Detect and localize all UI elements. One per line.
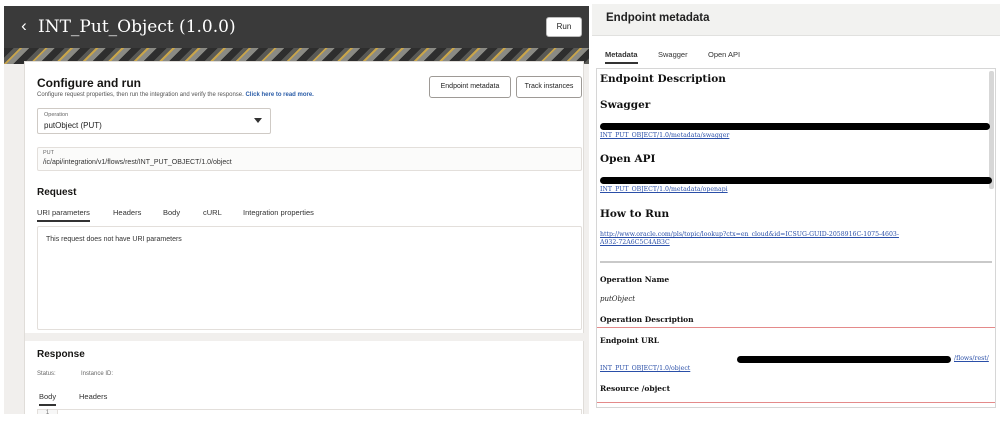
response-instance-label: Instance ID:	[81, 371, 114, 377]
page-title: INT_Put_Object (1.0.0)	[38, 17, 236, 37]
read-more-link[interactable]: Click here to read more.	[245, 92, 313, 98]
operation-name-label: Operation Name	[600, 275, 670, 284]
open-api-heading: Open API	[600, 153, 656, 165]
configure-and-run-page: ‹ INT_Put_Object (1.0.0) Run Configure a…	[4, 6, 589, 414]
request-content-area: This request does not have URI parameter…	[37, 226, 582, 330]
tab-curl[interactable]: cURL	[203, 208, 222, 217]
configure-subtitle-text: Configure request properties, then run t…	[37, 92, 244, 98]
endpoint-metadata-button[interactable]: Endpoint metadata	[429, 76, 511, 98]
track-instances-button[interactable]: Track instances	[516, 76, 582, 98]
tab-request-body[interactable]: Body	[163, 208, 180, 217]
redaction-mark	[600, 123, 990, 130]
tab-request-headers[interactable]: Headers	[113, 208, 141, 217]
tab-metadata[interactable]: Metadata	[605, 50, 638, 64]
response-status-label: Status:	[37, 371, 56, 377]
chevron-left-icon: ‹	[21, 16, 27, 35]
open-api-link[interactable]: INT_PUT_OBJECT/1.0/metadata/openapi	[600, 186, 728, 193]
swagger-link[interactable]: INT_PUT_OBJECT/1.0/metadata/swagger	[600, 132, 729, 139]
operation-label: Operation	[44, 112, 69, 118]
section-separator	[600, 261, 992, 263]
how-to-run-link[interactable]: http://www.oracle.com/pls/topic/lookup?c…	[600, 231, 899, 238]
tab-open-api[interactable]: Open API	[708, 50, 740, 59]
run-button[interactable]: Run	[546, 17, 582, 37]
tab-integration-properties[interactable]: Integration properties	[243, 208, 314, 217]
response-title: Response	[37, 349, 85, 360]
metadata-content: Endpoint Description Swagger INT_PUT_OBJ…	[596, 68, 996, 408]
configure-card: Configure and run Configure request prop…	[24, 61, 585, 414]
endpoint-url-link[interactable]: INT_PUT_OBJECT/1.0/object	[600, 365, 690, 372]
how-to-run-link-continued[interactable]: A932-72A6C5C4AB3C	[600, 239, 670, 246]
http-method-label: PUT	[43, 150, 54, 156]
configure-subtitle: Configure request properties, then run t…	[37, 92, 314, 98]
tab-response-body[interactable]: Body	[39, 392, 57, 406]
metadata-panel-header: Endpoint metadata	[592, 4, 1000, 36]
redaction-mark	[600, 177, 992, 184]
tab-response-headers[interactable]: Headers	[79, 392, 107, 401]
page-header: ‹ INT_Put_Object (1.0.0) Run	[4, 6, 589, 48]
endpoint-url-label: Endpoint URL	[600, 336, 660, 345]
swagger-heading: Swagger	[600, 99, 651, 111]
operation-value: putObject (PUT)	[44, 121, 102, 130]
operation-select[interactable]: Operation putObject (PUT)	[37, 108, 271, 134]
request-title: Request	[37, 187, 77, 198]
back-button[interactable]: ‹	[14, 15, 34, 39]
resource-label: Resource /object	[600, 384, 671, 393]
redaction-mark	[737, 356, 951, 363]
operation-name-value: putObject	[600, 295, 636, 303]
request-empty-message: This request does not have URI parameter…	[46, 236, 182, 243]
response-body-editor[interactable]: 1	[37, 409, 582, 414]
tab-uri-parameters[interactable]: URI parameters	[37, 208, 90, 222]
endpoint-metadata-panel: Endpoint metadata Metadata Swagger Open …	[592, 4, 1000, 411]
configure-title: Configure and run	[37, 76, 141, 90]
endpoint-url-link-tail[interactable]: /flows/rest/	[954, 355, 989, 362]
line-number-gutter: 1	[38, 410, 58, 414]
caret-down-icon	[254, 118, 262, 123]
section-divider	[25, 333, 585, 341]
endpoint-path-value: /ic/api/integration/v1/flows/rest/INT_PU…	[43, 159, 232, 166]
endpoint-path-field: PUT /ic/api/integration/v1/flows/rest/IN…	[37, 147, 582, 171]
metadata-panel-title: Endpoint metadata	[606, 12, 710, 24]
scrollbar[interactable]	[989, 71, 994, 189]
endpoint-description-heading: Endpoint Description	[600, 73, 726, 85]
operation-description-label: Operation Description	[600, 315, 694, 324]
how-to-run-heading: How to Run	[600, 208, 670, 220]
tab-swagger[interactable]: Swagger	[658, 50, 688, 59]
